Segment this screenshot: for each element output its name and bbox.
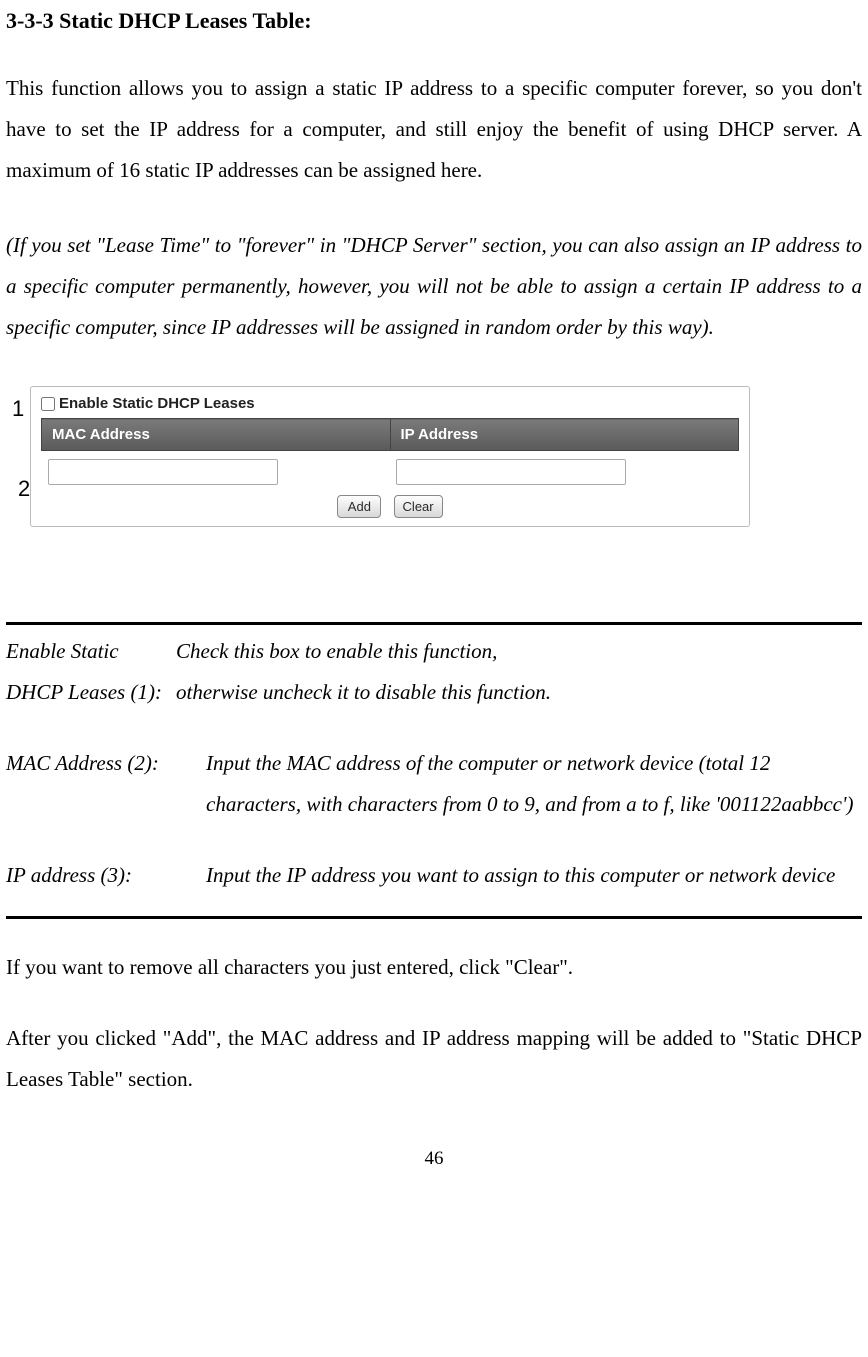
enable-static-checkbox[interactable] <box>41 397 55 411</box>
section-heading: 3-3-3 Static DHCP Leases Table: <box>6 8 862 34</box>
add-button[interactable]: Add <box>337 495 381 518</box>
definition-enable-label: Enable Static DHCP Leases (1): <box>6 631 176 713</box>
col-mac-header: MAC Address <box>42 419 391 451</box>
definition-ip: IP address (3): Input the IP address you… <box>6 855 862 896</box>
page-number: 46 <box>6 1140 862 1177</box>
definition-mac: MAC Address (2): Input the MAC address o… <box>6 743 862 825</box>
router-panel: Enable Static DHCP Leases MAC Address IP… <box>30 386 750 527</box>
intro-paragraph: This function allows you to assign a sta… <box>6 68 862 191</box>
add-paragraph: After you clicked "Add", the MAC address… <box>6 1018 862 1100</box>
clear-button[interactable]: Clear <box>394 495 443 518</box>
router-screenshot: 1 2 3 Enable Static DHCP Leases MAC Addr… <box>6 382 862 582</box>
annotation-1: 1 <box>12 388 24 431</box>
table-header-row: MAC Address IP Address <box>42 419 739 451</box>
divider-top <box>6 622 862 625</box>
mac-address-input[interactable] <box>48 459 278 485</box>
col-ip-header: IP Address <box>390 419 739 451</box>
definition-enable: Enable Static DHCP Leases (1): Check thi… <box>6 631 862 713</box>
ip-address-input[interactable] <box>396 459 626 485</box>
table-input-row <box>42 451 739 490</box>
annotation-2: 2 <box>18 468 30 511</box>
definition-ip-label: IP address (3): <box>6 855 206 896</box>
note-paragraph: (If you set "Lease Time" to "forever" in… <box>6 225 862 348</box>
definitions-block: Enable Static DHCP Leases (1): Check thi… <box>6 631 862 896</box>
divider-bottom <box>6 916 862 919</box>
enable-static-row: Enable Static DHCP Leases <box>41 393 739 414</box>
definition-ip-body: Input the IP address you want to assign … <box>206 855 862 896</box>
definition-mac-label: MAC Address (2): <box>6 743 206 825</box>
button-row: Add Clear <box>41 495 739 518</box>
clear-paragraph: If you want to remove all characters you… <box>6 947 862 988</box>
definition-mac-body: Input the MAC address of the computer or… <box>206 743 862 825</box>
enable-static-label: Enable Static DHCP Leases <box>59 393 255 414</box>
lease-table: MAC Address IP Address <box>41 418 739 489</box>
definition-enable-body: Check this box to enable this function, … <box>176 631 862 713</box>
